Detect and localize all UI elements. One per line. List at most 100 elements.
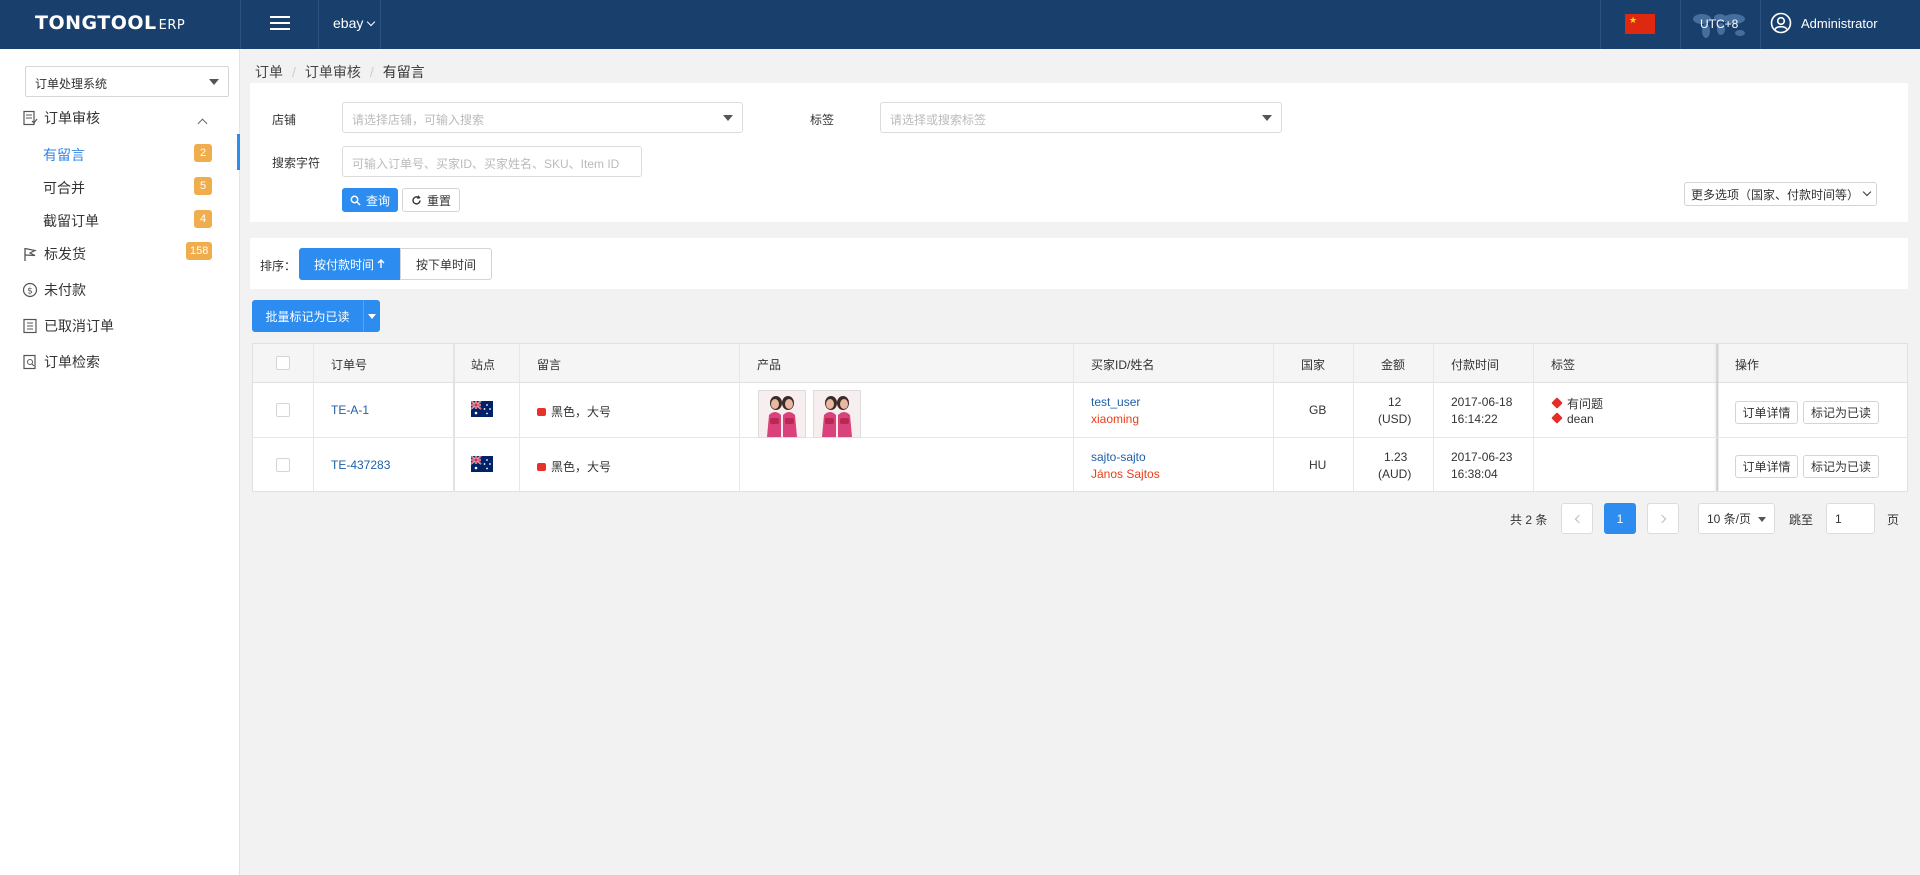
sidebar-item-held-orders[interactable]: 截留订单 xyxy=(43,211,99,231)
order-detail-button[interactable]: 订单详情 xyxy=(1735,401,1798,424)
page-size-value: 10 条/页 xyxy=(1707,512,1752,526)
order-number-link[interactable]: TE-437283 xyxy=(331,458,390,472)
column-header-buyer: 买家ID/姓名 xyxy=(1091,358,1155,372)
goto-page-input[interactable]: 1 xyxy=(1826,503,1875,534)
message-cell: 黑色，大号 xyxy=(537,458,611,475)
count-badge: 2 xyxy=(194,144,212,162)
list-icon xyxy=(23,318,37,334)
page-size-select[interactable]: 10 条/页 xyxy=(1698,503,1775,534)
mark-read-button[interactable]: 标记为已读 xyxy=(1803,455,1879,478)
system-select[interactable]: 订单处理系统 xyxy=(25,66,229,97)
row-checkbox[interactable] xyxy=(276,403,290,417)
order-detail-label: 订单详情 xyxy=(1742,406,1791,420)
amount-value: 1.23 xyxy=(1384,450,1408,464)
tag-item: 有问题 xyxy=(1551,395,1603,412)
buyer-id-link[interactable]: test_user xyxy=(1091,395,1140,409)
pay-date: 2017-06-23 xyxy=(1451,450,1513,464)
column-divider xyxy=(1433,344,1434,491)
message-icon xyxy=(537,462,546,471)
bulk-mark-read-label: 批量标记为已读 xyxy=(265,309,350,324)
prev-page-button[interactable] xyxy=(1561,503,1593,534)
buyer-id-link[interactable]: sajto-sajto xyxy=(1091,450,1146,464)
breadcrumb-current: 有留言 xyxy=(382,64,425,80)
sidebar-item-cancelled-orders[interactable]: 已取消订单 xyxy=(22,315,114,337)
chevron-up-icon[interactable] xyxy=(197,118,208,129)
china-flag-icon[interactable]: ★ xyxy=(1625,14,1655,34)
platform-dropdown[interactable]: ebay xyxy=(333,15,376,31)
column-header-order-no[interactable]: 订单号 xyxy=(331,356,367,373)
column-header-amount: 金额 xyxy=(1381,358,1406,372)
chevron-left-icon xyxy=(1574,514,1583,523)
sidebar-item-has-message[interactable]: 有留言 xyxy=(43,145,85,165)
product-thumbnail xyxy=(759,391,805,437)
row-checkbox[interactable] xyxy=(276,458,290,472)
flag-icon xyxy=(24,247,37,261)
user-menu[interactable]: Administrator xyxy=(1770,12,1878,34)
sidebar-item-order-search[interactable]: 订单检索 xyxy=(22,351,100,373)
arrow-up-icon xyxy=(377,259,385,268)
sort-label: 排序： xyxy=(260,259,297,273)
order-detail-button[interactable]: 订单详情 xyxy=(1735,455,1798,478)
caret-down-icon xyxy=(723,115,733,121)
country-cell: HU xyxy=(1309,458,1327,472)
shop-select-placeholder: 请选择店铺，可输入搜索 xyxy=(352,113,485,127)
review-icon xyxy=(23,110,38,126)
mark-read-button[interactable]: 标记为已读 xyxy=(1803,401,1879,424)
search-input[interactable]: 可输入订单号、买家ID、买家姓名、SKU、Item ID xyxy=(342,146,642,177)
buyer-name: János Sajtos xyxy=(1091,467,1160,481)
divider xyxy=(318,0,319,49)
sort-by-payment-button[interactable]: 按付款时间 xyxy=(299,248,400,280)
count-badge: 4 xyxy=(194,210,212,228)
logo[interactable]: TONGTOOL ERP xyxy=(35,12,185,34)
product-image[interactable] xyxy=(813,390,861,438)
query-button[interactable]: 查询 xyxy=(342,188,398,212)
bulk-mark-read-button[interactable]: 批量标记为已读 xyxy=(252,300,363,332)
shop-select[interactable]: 请选择店铺，可输入搜索 xyxy=(342,102,743,133)
message-text: 黑色，大号 xyxy=(551,405,612,419)
column-divider xyxy=(1073,344,1074,491)
top-navbar: TONGTOOL ERP ebay ★ UTC+8 Administrator xyxy=(0,0,1920,49)
timezone-label: UTC+8 xyxy=(1700,17,1739,31)
sidebar-item-label: 标发货 xyxy=(44,246,86,262)
sidebar-item-label: 未付款 xyxy=(44,282,86,298)
column-header-message: 留言 xyxy=(537,358,562,372)
order-number-link[interactable]: TE-A-1 xyxy=(331,403,369,417)
bulk-dropdown-toggle[interactable] xyxy=(363,300,380,332)
select-all-checkbox[interactable] xyxy=(276,356,290,370)
tag-label: dean xyxy=(1567,412,1594,426)
sidebar-item-order-review[interactable]: 订单审核 xyxy=(22,107,100,129)
caret-down-icon xyxy=(209,79,219,85)
chevron-right-icon xyxy=(1657,514,1666,523)
more-options-button[interactable]: 更多选项（国家、付款时间等） xyxy=(1684,182,1878,206)
tag-item: dean xyxy=(1551,412,1594,426)
caret-down-icon xyxy=(367,313,376,319)
pay-time: 16:14:22 xyxy=(1451,412,1498,426)
next-page-button[interactable] xyxy=(1647,503,1679,534)
amount-currency: (AUD) xyxy=(1378,467,1412,481)
divider xyxy=(240,0,241,49)
timezone-selector[interactable]: UTC+8 xyxy=(1690,9,1748,41)
menu-toggle-icon[interactable] xyxy=(270,16,290,32)
divider xyxy=(1600,0,1601,49)
sidebar-item-mark-shipped[interactable]: 标发货 xyxy=(22,243,86,265)
tag-select-placeholder: 请选择或搜索标签 xyxy=(890,113,987,127)
chevron-down-icon xyxy=(367,17,376,27)
sidebar-item-unpaid[interactable]: $ 未付款 xyxy=(22,279,86,301)
svg-text:$: $ xyxy=(27,287,33,297)
breadcrumb-item[interactable]: 订单审核 xyxy=(305,64,361,80)
more-options-label: 更多选项（国家、付款时间等） xyxy=(1691,187,1860,202)
breadcrumb-item[interactable]: 订单 xyxy=(255,64,283,80)
sort-by-order-button[interactable]: 按下单时间 xyxy=(400,248,492,280)
sidebar-item-mergeable[interactable]: 可合并 xyxy=(43,178,85,198)
page-1-button[interactable]: 1 xyxy=(1604,503,1636,534)
tag-select[interactable]: 请选择或搜索标签 xyxy=(880,102,1282,133)
orders-table: 订单号 站点 留言 产品 买家ID/姓名 国家 金额 付款时间 标签 操作 TE… xyxy=(252,343,1908,492)
amount-value: 12 xyxy=(1388,395,1402,409)
count-badge: 158 xyxy=(186,242,213,260)
product-thumbnail xyxy=(814,391,860,437)
reset-button[interactable]: 重置 xyxy=(402,188,460,212)
product-image[interactable] xyxy=(758,390,806,438)
sort-bar xyxy=(250,238,1908,289)
sidebar-item-label: 已取消订单 xyxy=(44,318,114,334)
breadcrumb: 订单 / 订单审核 / 有留言 xyxy=(255,64,425,80)
